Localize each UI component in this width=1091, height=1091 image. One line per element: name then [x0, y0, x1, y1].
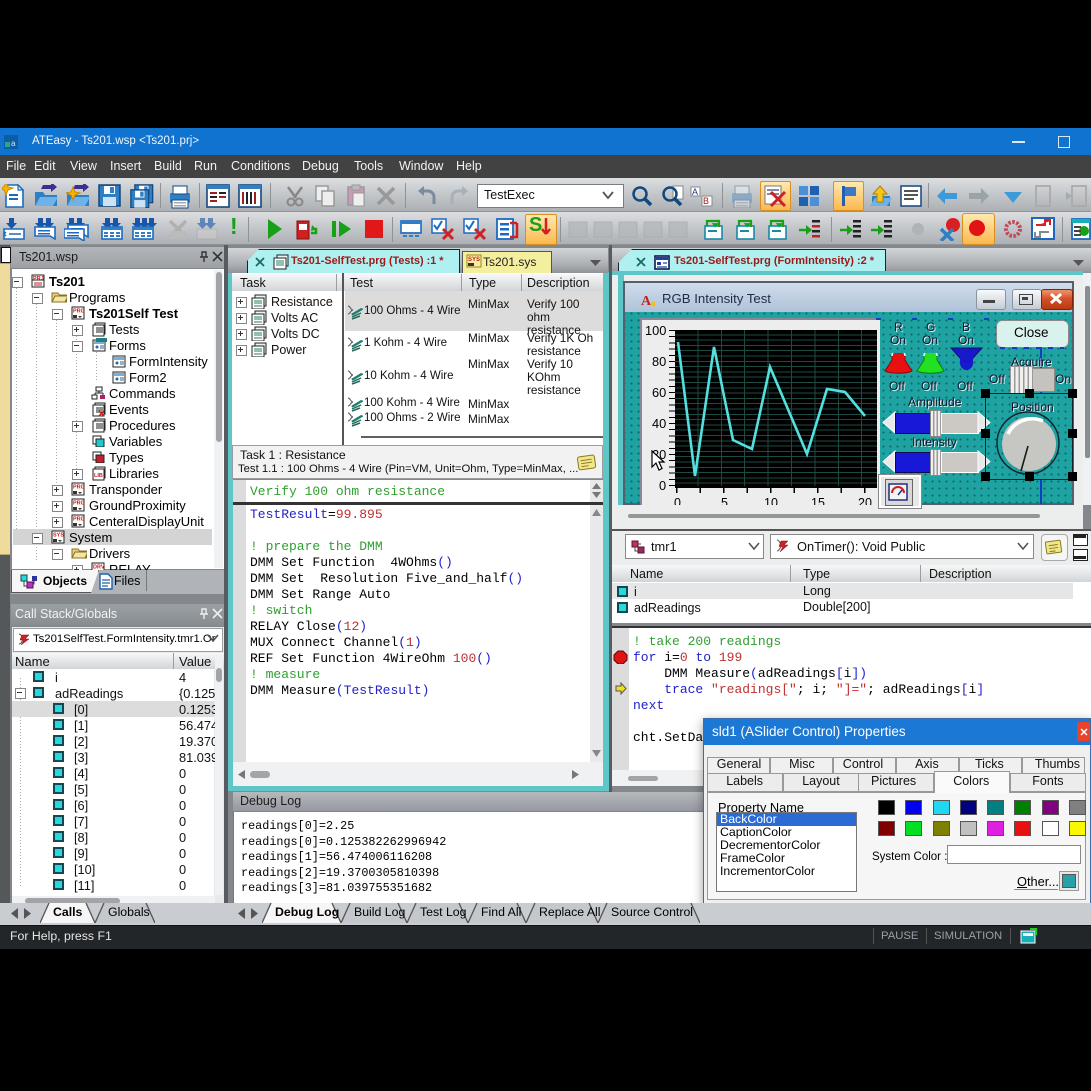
svg-text:PRG: PRG — [73, 517, 85, 523]
svg-text:A: A — [641, 294, 652, 308]
svg-text:LIB: LIB — [94, 473, 103, 479]
svg-text:PRG: PRG — [73, 309, 85, 315]
svg-text:SYS: SYS — [53, 533, 64, 539]
svg-text:SYS: SYS — [468, 257, 480, 263]
svg-text:PRG: PRG — [73, 501, 85, 507]
svg-text:a: a — [11, 139, 16, 148]
svg-text:PRJ: PRJ — [33, 276, 44, 282]
svg-text:B: B — [703, 196, 709, 206]
svg-text:PRG: PRG — [73, 485, 85, 491]
svg-text:A: A — [692, 187, 698, 197]
